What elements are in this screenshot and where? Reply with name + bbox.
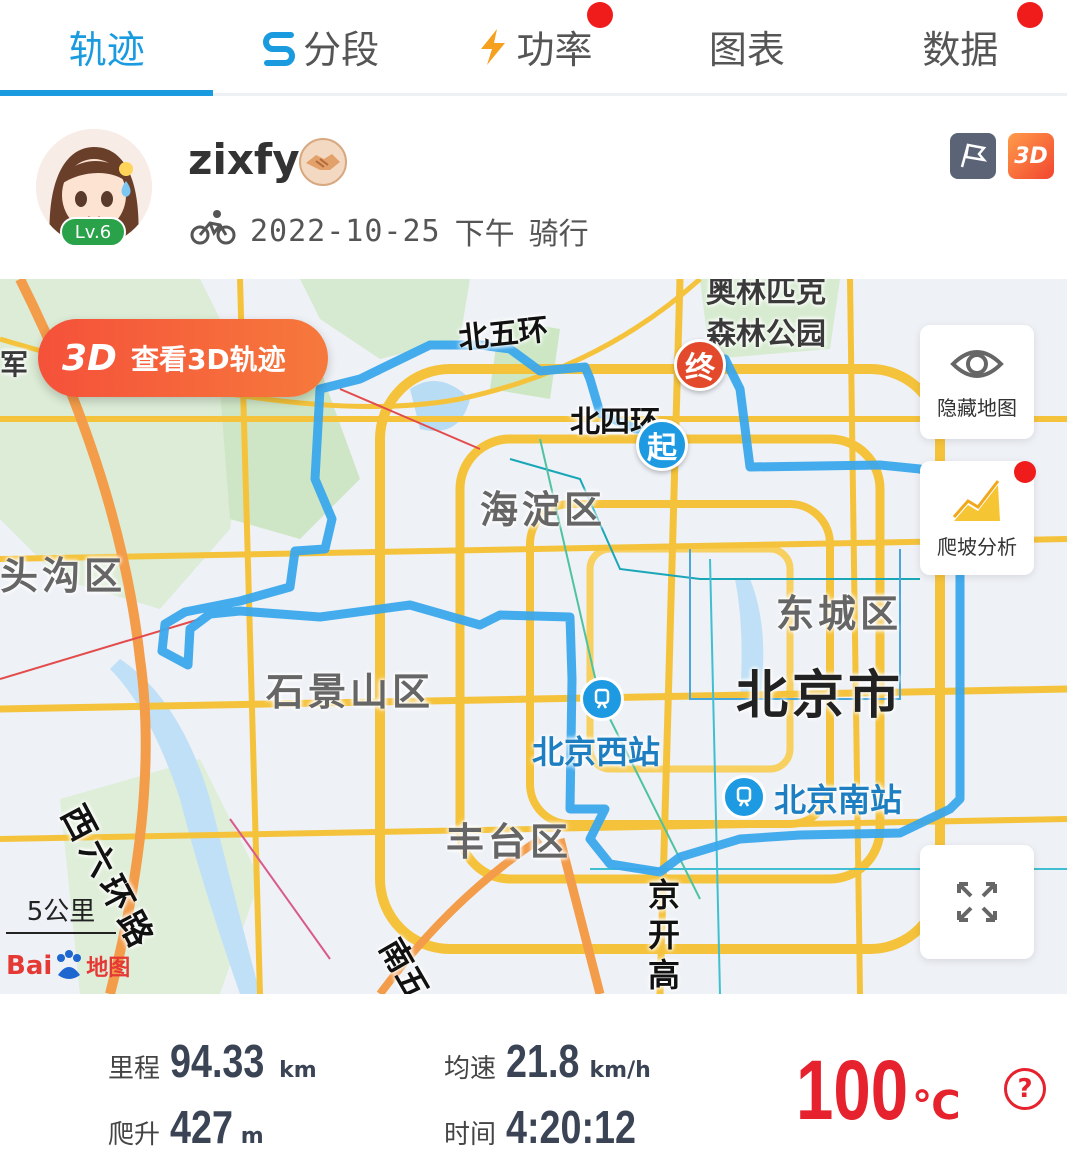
map-label-jingkai: 京开高 (648, 876, 681, 994)
hide-map-label: 隐藏地图 (937, 395, 1017, 420)
climb-analysis-badge (1014, 461, 1036, 483)
map-scale: 5公里 (6, 891, 116, 934)
baidu-map-logo: Bai 地图 (6, 950, 131, 981)
tab-track[interactable]: 轨迹 (0, 0, 214, 96)
hide-map-button[interactable]: 隐藏地图 (920, 325, 1034, 439)
map-label-fengtai: 丰台区 (446, 820, 573, 864)
ride-info: 2022-10-25 下午 骑行 (190, 209, 589, 253)
map-label-olympic: 奥林匹克 (706, 279, 826, 310)
stat-avg-speed: 均速 21.8 km/h (444, 1035, 651, 1087)
tab-charts-label: 图表 (708, 28, 785, 72)
tab-data[interactable]: 数据 (854, 0, 1067, 93)
fullscreen-button[interactable] (920, 845, 1034, 959)
segment-s-icon (261, 27, 297, 67)
end-marker[interactable]: 终 (674, 339, 726, 391)
tab-charts[interactable]: 图表 (640, 0, 853, 93)
ride-date: 2022-10-25 (250, 213, 441, 249)
map-label-south-station: 北京南站 (774, 781, 903, 819)
map-label-north-5th-ring: 北五环 (456, 312, 550, 357)
ride-period: 下午 (454, 217, 515, 252)
view-3d-track-button[interactable]: 3D 查看3D轨迹 (38, 319, 328, 397)
lightning-icon (475, 27, 511, 67)
level-badge: Lv.6 (60, 217, 126, 247)
train-station-icon (580, 677, 624, 721)
map-label-dongcheng: 东城区 (776, 592, 903, 636)
map-label-shijingshan: 石景山区 (266, 670, 435, 714)
climb-analysis-label: 爬坡分析 (937, 534, 1017, 559)
train-station-icon (722, 775, 766, 819)
paw-icon (57, 950, 82, 979)
temperature-value: 100 (796, 1043, 909, 1137)
view-3d-badge: 3D (62, 337, 117, 379)
start-marker[interactable]: 起 (636, 419, 688, 471)
tab-segments[interactable]: 分段 (213, 0, 614, 93)
view-3d-label: 查看3D轨迹 (130, 343, 286, 376)
climb-chart-icon (952, 479, 1000, 521)
username[interactable]: zixfy (188, 135, 300, 184)
ride-activity: 骑行 (528, 217, 589, 252)
eye-icon (950, 349, 1004, 378)
tab-track-label: 轨迹 (68, 28, 145, 72)
map-label-haidian: 海淀区 (480, 488, 607, 532)
handshake-medal-icon[interactable] (298, 137, 348, 187)
flag-icon (960, 143, 988, 168)
map-label-beijing: 北京市 (736, 666, 905, 726)
stat-climb: 爬升 427 m (108, 1101, 264, 1153)
stat-time: 时间 4:20:12 (444, 1101, 637, 1153)
map-label-forest-park: 森林公园 (706, 317, 826, 352)
ride-stats: 里程 94.33 km 均速 21.8 km/h 爬升 427 m 时间 4:2… (0, 994, 1067, 1166)
help-icon[interactable]: ? (1004, 1068, 1046, 1110)
expand-icon (957, 882, 997, 922)
stat-distance: 里程 94.33 km (108, 1035, 317, 1087)
tab-data-label: 数据 (922, 28, 999, 72)
map-label-mentougou: 头沟区 (0, 554, 127, 598)
tab-power-label: 功率 (516, 28, 593, 72)
map-label-west-station: 北京西站 (532, 733, 661, 771)
bike-icon (190, 209, 236, 253)
profile-header: Lv.6 zixfy 2022-10-25 下午 骑行 3D (0, 99, 1067, 279)
map-label-jun: 军 (0, 348, 29, 381)
view-3d-small-button[interactable]: 3D (1008, 133, 1054, 179)
temperature-readout: 100 ℃ (796, 1042, 961, 1139)
tab-power[interactable]: 功率 (427, 0, 1043, 93)
temperature-unit: ℃ (912, 1083, 961, 1129)
route-flag-button[interactable] (950, 133, 996, 179)
tab-bar: 轨迹 分段 功率 图表 数据 (0, 0, 1067, 96)
tab-segments-label: 分段 (303, 28, 380, 72)
route-map[interactable]: 奥林匹克 森林公园 北五环 北四环 军 海淀区 头沟区 石景山区 东城区 北京市… (0, 279, 1067, 994)
